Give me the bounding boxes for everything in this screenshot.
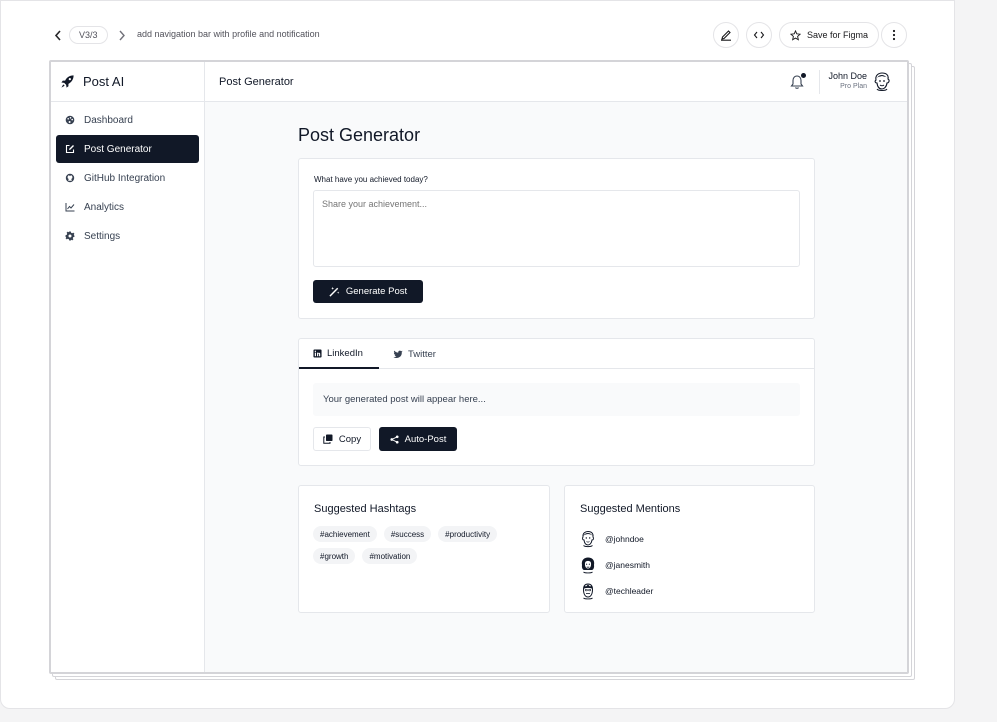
hashtags-card: Suggested Hashtags #achievement #success… — [298, 485, 550, 613]
sidebar-item-dashboard[interactable]: Dashboard — [56, 106, 199, 134]
preview-card: LinkedIn Twitter Your generated post wil… — [298, 338, 815, 466]
chevron-left-icon[interactable] — [52, 27, 64, 43]
chart-line-icon — [65, 203, 75, 212]
mention-item[interactable]: @johndoe — [579, 526, 653, 552]
sidebar-item-github-integration[interactable]: GitHub Integration — [56, 164, 199, 192]
copy-label: Copy — [338, 433, 362, 445]
mentions-card: Suggested Mentions @johndoe @janesmith @… — [564, 485, 815, 613]
copy-icon — [323, 434, 333, 444]
save-for-figma-button[interactable]: Save for Figma — [779, 22, 880, 48]
page-title: Post Generator — [298, 125, 421, 145]
mention-handle: @johndoe — [605, 534, 644, 544]
avatar — [581, 557, 595, 574]
notification-dot — [801, 73, 806, 78]
twitter-icon — [393, 350, 403, 358]
mention-handle: @techleader — [605, 586, 654, 596]
hashtag-chip[interactable]: #motivation — [362, 548, 418, 564]
mention-list: @johndoe @janesmith @techleader — [579, 526, 653, 604]
achievement-input[interactable] — [313, 190, 800, 267]
star-icon — [790, 29, 801, 41]
brand[interactable]: Post AI — [51, 62, 204, 102]
sidebar-item-label: GitHub Integration — [84, 172, 166, 184]
achievement-label: What have you achieved today? — [314, 175, 428, 184]
sidebar-nav: Dashboard Post Generator GitHub Integrat… — [51, 102, 204, 255]
top-toolbar: V3/3 add navigation bar with profile and… — [52, 22, 910, 48]
generate-post-label: Generate Post — [345, 286, 408, 297]
hashtag-chip[interactable]: #success — [383, 526, 432, 542]
sidebar-item-settings[interactable]: Settings — [56, 222, 199, 250]
user-name: John Doe — [828, 71, 867, 81]
magic-wand-icon — [329, 286, 340, 297]
sidebar-item-analytics[interactable]: Analytics — [56, 193, 199, 221]
tab-label: Twitter — [408, 348, 436, 360]
share-icon — [390, 434, 399, 444]
tab-label: LinkedIn — [327, 347, 363, 359]
mentions-title: Suggested Mentions — [580, 503, 681, 515]
platform-tabs: LinkedIn Twitter — [299, 339, 814, 369]
palette-icon — [65, 115, 75, 125]
generated-post-output: Your generated post will appear here... — [313, 383, 800, 416]
sidebar-item-label: Settings — [84, 230, 121, 242]
sidebar-item-label: Analytics — [84, 201, 125, 213]
sidebar-item-label: Dashboard — [84, 114, 133, 126]
version-description: add navigation bar with profile and noti… — [137, 29, 320, 39]
save-for-figma-label: Save for Figma — [807, 30, 869, 40]
sidebar: Post AI Dashboard Post Generator GitHub … — [51, 62, 205, 672]
hashtag-list: #achievement #success #productivity #gro… — [313, 526, 538, 564]
avatar[interactable] — [871, 71, 893, 93]
pencil-icon — [721, 30, 731, 41]
code-icon — [753, 31, 765, 39]
app-header: Post Generator John Doe Pro Plan — [205, 62, 907, 102]
chevron-right-icon[interactable] — [116, 27, 128, 43]
auto-post-button[interactable]: Auto-Post — [379, 427, 457, 451]
avatar — [582, 583, 594, 600]
gear-icon — [65, 231, 75, 241]
edit-icon — [65, 144, 75, 154]
composer-card: What have you achieved today? Generate P… — [298, 158, 815, 319]
edit-button[interactable] — [713, 22, 739, 48]
github-icon — [65, 173, 75, 183]
tab-twitter[interactable]: Twitter — [393, 339, 436, 369]
user-plan: Pro Plan — [840, 83, 867, 90]
rocket-icon — [61, 75, 74, 88]
generate-post-button[interactable]: Generate Post — [313, 280, 423, 303]
avatar — [581, 530, 595, 548]
more-options-button[interactable] — [881, 22, 907, 48]
hashtag-chip[interactable]: #growth — [313, 548, 356, 564]
code-button[interactable] — [746, 22, 772, 48]
sidebar-item-post-generator[interactable]: Post Generator — [56, 135, 199, 163]
mention-item[interactable]: @techleader — [579, 578, 653, 604]
brand-name: Post AI — [83, 74, 125, 89]
version-badge[interactable]: V3/3 — [69, 26, 108, 44]
app-preview: Post AI Dashboard Post Generator GitHub … — [49, 60, 909, 674]
header-title: Post Generator — [219, 76, 294, 88]
header-divider — [819, 70, 820, 94]
mention-handle: @janesmith — [605, 560, 651, 570]
sidebar-item-label: Post Generator — [84, 143, 152, 155]
linkedin-icon — [313, 348, 322, 358]
hashtag-chip[interactable]: #productivity — [438, 526, 498, 542]
notification-button[interactable] — [790, 73, 806, 89]
hashtags-title: Suggested Hashtags — [314, 503, 417, 515]
more-vertical-icon — [892, 29, 896, 41]
user-profile[interactable]: John Doe Pro Plan — [825, 71, 867, 90]
auto-post-label: Auto-Post — [404, 433, 447, 445]
hashtag-chip[interactable]: #achievement — [313, 526, 377, 542]
mention-item[interactable]: @janesmith — [579, 552, 653, 578]
copy-button[interactable]: Copy — [313, 427, 371, 451]
tab-linkedin[interactable]: LinkedIn — [299, 339, 379, 369]
